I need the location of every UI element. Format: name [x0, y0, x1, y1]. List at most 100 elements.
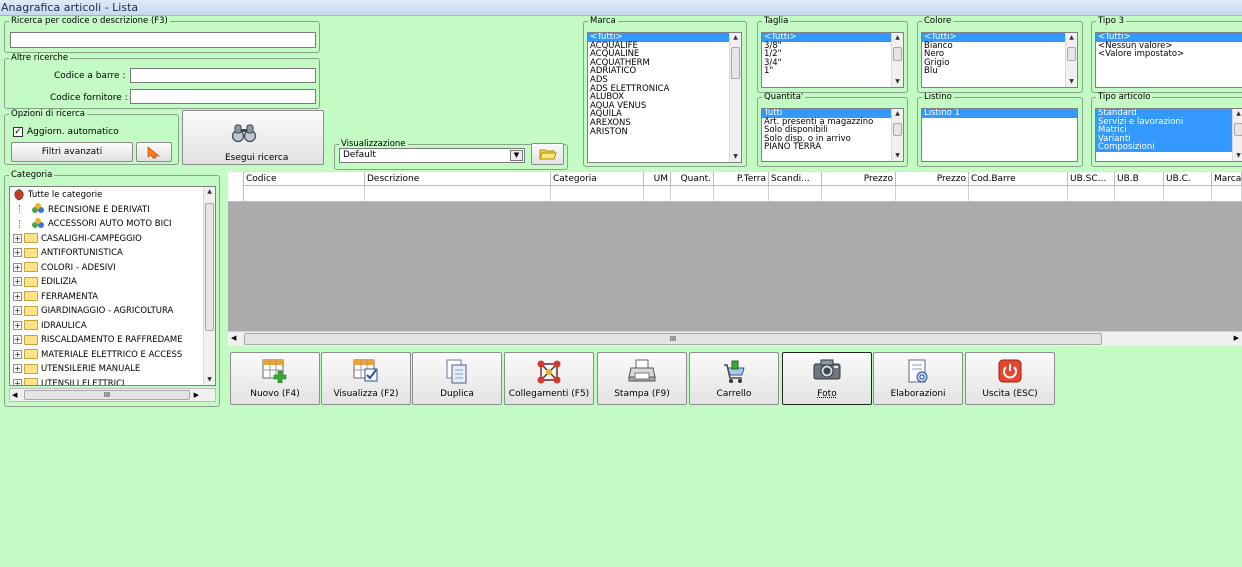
- scroll-up-icon[interactable]: ▲: [204, 187, 215, 197]
- scroll-down-icon[interactable]: ▼: [1066, 77, 1077, 87]
- tree-item[interactable]: + FERRAMENTA: [13, 290, 98, 305]
- expand-icon[interactable]: +: [13, 364, 22, 373]
- list-item[interactable]: <Tutti>: [762, 33, 903, 42]
- list-item[interactable]: ARISTON: [588, 127, 741, 137]
- grid-cell[interactable]: [714, 186, 769, 202]
- color-listbox[interactable]: <Tutti> Bianco Nero Grigio Blu ▲ ▼: [921, 32, 1078, 88]
- grid-cell[interactable]: [551, 186, 644, 202]
- list-item[interactable]: 3/8": [762, 41, 903, 51]
- scroll-down-icon[interactable]: ▼: [892, 77, 903, 87]
- grid-cell[interactable]: [822, 186, 896, 202]
- list-item[interactable]: 1": [762, 67, 903, 76]
- tree-item[interactable]: Tutte le categorie: [13, 188, 102, 203]
- scroll-thumb[interactable]: [1234, 123, 1242, 136]
- scroll-down-icon[interactable]: ▼: [1233, 151, 1242, 161]
- scroll-down-icon[interactable]: ▼: [730, 152, 741, 162]
- grid-cell[interactable]: [1068, 186, 1115, 202]
- tree-item[interactable]: + COLORI - ADESIVI: [13, 261, 116, 276]
- expand-icon[interactable]: +: [13, 291, 22, 301]
- execute-search-button[interactable]: Esegui ricerca: [182, 110, 324, 165]
- grid-hscrollbar[interactable]: ◀ III ▶: [228, 331, 1242, 346]
- open-view-button[interactable]: [531, 143, 564, 165]
- grid-cell[interactable]: [1115, 186, 1164, 202]
- scroll-up-icon[interactable]: ▲: [1233, 109, 1242, 119]
- scroll-thumb[interactable]: [893, 123, 902, 136]
- grid-cell[interactable]: [671, 186, 714, 202]
- carrello-button[interactable]: Carrello: [689, 352, 779, 405]
- scroll-left-icon[interactable]: ◀: [12, 391, 17, 399]
- scroll-thumb[interactable]: [731, 47, 740, 79]
- list-item[interactable]: Blu: [922, 67, 1077, 76]
- expand-icon[interactable]: +: [13, 277, 22, 286]
- list-item[interactable]: Composizioni: [1096, 143, 1242, 152]
- list-scrollbar[interactable]: ▲ ▼: [1065, 33, 1077, 87]
- tree-item[interactable]: + CASALIGHI-CAMPEGGIO: [13, 232, 142, 247]
- expand-icon[interactable]: +: [13, 320, 22, 330]
- scroll-left-icon[interactable]: ◀: [231, 334, 236, 342]
- column-header[interactable]: UM: [644, 172, 671, 186]
- scroll-up-icon[interactable]: ▲: [730, 33, 741, 43]
- column-header[interactable]: Quant.: [671, 172, 714, 186]
- column-header[interactable]: UB.SC...: [1068, 172, 1115, 186]
- pricelist-listbox[interactable]: Listino 1: [921, 108, 1078, 162]
- foto-button[interactable]: Foto: [782, 352, 872, 405]
- grid-cell[interactable]: [896, 186, 969, 202]
- hscroll-thumb[interactable]: III: [24, 390, 190, 400]
- scroll-thumb[interactable]: [205, 203, 214, 331]
- brand-listbox[interactable]: <Tutti> ACQUALIFE ACQUALINE ACQUATHERM ADRIA…: [587, 32, 742, 163]
- column-header[interactable]: Cod.Barre: [969, 172, 1068, 186]
- list-item[interactable]: 1/2": [762, 50, 903, 59]
- list-item[interactable]: Listino 1: [922, 109, 1077, 118]
- view-select[interactable]: Default ▼: [339, 148, 525, 163]
- chevron-down-icon[interactable]: ▼: [510, 150, 523, 161]
- tree-item[interactable]: + ANTIFORTUNISTICA: [13, 246, 123, 261]
- expand-icon[interactable]: +: [13, 262, 22, 272]
- column-header[interactable]: Categoria: [551, 172, 644, 186]
- expand-icon[interactable]: +: [13, 233, 22, 243]
- search-input[interactable]: [10, 32, 316, 48]
- list-item[interactable]: Bianco: [922, 41, 1077, 51]
- scroll-down-icon[interactable]: ▼: [204, 375, 215, 385]
- grid-row-header[interactable]: [228, 172, 244, 202]
- scroll-up-icon[interactable]: ▲: [1066, 33, 1077, 43]
- clear-filters-button[interactable]: [136, 142, 172, 162]
- expand-icon[interactable]: +: [13, 248, 22, 257]
- scroll-right-icon[interactable]: ▶: [194, 391, 199, 399]
- expand-icon[interactable]: +: [13, 335, 22, 344]
- tree-item[interactable]: RECINSIONE E DERIVATI: [13, 203, 150, 218]
- type3-listbox[interactable]: <Tutti> <Nessun valore> <Valore impostato>: [1095, 32, 1242, 88]
- list-scrollbar[interactable]: ▲ ▼: [729, 33, 741, 162]
- grid-cell[interactable]: [244, 186, 365, 202]
- list-scrollbar[interactable]: ▲ ▼: [891, 109, 903, 161]
- tree-item[interactable]: + RISCALDAMENTO E RAFFREDAME: [13, 333, 183, 348]
- stampa-f9-button[interactable]: Stampa (F9): [597, 352, 687, 405]
- scroll-down-icon[interactable]: ▼: [892, 151, 903, 161]
- scroll-thumb[interactable]: [1067, 47, 1076, 61]
- list-item[interactable]: PIANO TERRA: [762, 143, 903, 152]
- scroll-thumb[interactable]: [893, 47, 902, 61]
- expand-icon[interactable]: +: [13, 349, 22, 359]
- column-header[interactable]: Codice: [244, 172, 365, 186]
- list-scrollbar[interactable]: ▲ ▼: [1232, 109, 1242, 161]
- item-type-listbox[interactable]: Standard Servizi e lavorazioni Matrici Vari…: [1095, 108, 1242, 162]
- category-hscrollbar[interactable]: ◀ III ▶: [9, 388, 216, 402]
- column-header[interactable]: Scandi...: [769, 172, 822, 186]
- hscroll-thumb[interactable]: III: [244, 333, 1102, 345]
- tree-item[interactable]: + GIARDINAGGIO - AGRICOLTURA: [13, 304, 173, 319]
- auto-update-checkbox[interactable]: ✓: [13, 127, 23, 137]
- supplier-code-input[interactable]: [130, 89, 316, 104]
- column-header[interactable]: P.Terra: [714, 172, 769, 186]
- grid-cell[interactable]: [365, 186, 551, 202]
- expand-icon[interactable]: +: [13, 306, 22, 315]
- category-tree-scrollbar[interactable]: ▲ ▼: [203, 187, 215, 385]
- scroll-right-icon[interactable]: ▶: [1234, 334, 1239, 342]
- grid-cell[interactable]: [969, 186, 1068, 202]
- grid-cell[interactable]: [1212, 186, 1242, 202]
- tree-item[interactable]: + UTENSILERIE MANUALE: [13, 362, 140, 377]
- list-item[interactable]: ADRIATICO: [588, 67, 741, 76]
- advanced-filters-button[interactable]: Filtri avanzati: [11, 142, 133, 162]
- tree-item[interactable]: ACCESSORI AUTO MOTO BICI: [13, 217, 172, 232]
- tree-item[interactable]: + IDRAULICA: [13, 319, 87, 334]
- list-scrollbar[interactable]: ▲ ▼: [891, 33, 903, 87]
- grid-cell[interactable]: [1164, 186, 1212, 202]
